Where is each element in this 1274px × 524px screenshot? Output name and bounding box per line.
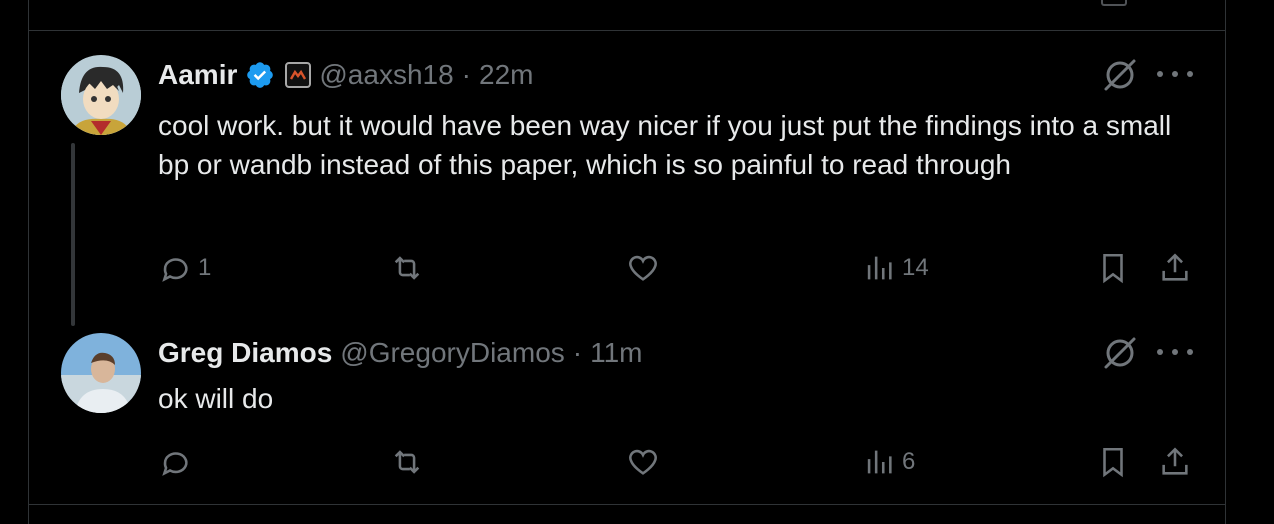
avatar-photo <box>61 333 141 413</box>
like-button[interactable] <box>626 248 660 288</box>
tweet-text: cool work. but it would have been way ni… <box>158 110 1172 180</box>
tweet-header: Aamir @aaxsh18 · 22m <box>158 55 533 95</box>
reply-icon <box>162 258 188 282</box>
bookmark-button[interactable] <box>1096 248 1130 288</box>
separator-dot: · <box>461 59 471 90</box>
grok-icon[interactable] <box>1100 333 1140 373</box>
retweet-button[interactable] <box>390 442 424 482</box>
retweet-icon <box>394 256 420 280</box>
author-name[interactable]: Aamir <box>158 59 237 91</box>
tweet-header: Greg Diamos @GregoryDiamos · 11m <box>158 333 642 373</box>
more-icon[interactable] <box>1157 64 1193 84</box>
bookmark-icon <box>1103 447 1123 478</box>
divider-bottom <box>29 504 1225 505</box>
reply-count: 1 <box>198 254 212 281</box>
bookmark-button[interactable] <box>1096 442 1130 482</box>
share-icon <box>1162 447 1188 475</box>
affiliation-badge-icon[interactable] <box>285 62 312 88</box>
reply-button[interactable] <box>158 442 198 482</box>
views-button[interactable]: 14 <box>862 248 929 288</box>
previous-tweet-bookmark-fragment <box>1101 0 1127 6</box>
like-button[interactable] <box>626 442 660 482</box>
avatar[interactable] <box>61 55 141 135</box>
tweet-text: ok will do <box>158 383 274 414</box>
views-icon <box>867 256 892 280</box>
divider-top <box>29 30 1225 31</box>
bookmark-icon <box>1103 253 1123 284</box>
author-handle[interactable]: @GregoryDiamos <box>340 337 564 369</box>
views-count: 14 <box>902 254 929 281</box>
author-handle[interactable]: @aaxsh18 <box>319 59 453 91</box>
grok-icon[interactable] <box>1100 55 1140 95</box>
retweet-button[interactable] <box>390 248 424 288</box>
avatar-illustration <box>61 55 141 135</box>
share-button[interactable] <box>1158 442 1192 482</box>
separator-dot: · <box>572 337 583 368</box>
verified-badge-icon[interactable] <box>245 60 275 90</box>
share-icon <box>1162 253 1188 281</box>
reply-icon <box>162 452 188 476</box>
views-icon <box>867 450 892 474</box>
retweet-icon <box>394 450 420 474</box>
timestamp[interactable]: 22m <box>479 59 533 91</box>
author-name[interactable]: Greg Diamos <box>158 337 332 369</box>
views-button[interactable]: 6 <box>862 442 915 482</box>
reply-button[interactable]: 1 <box>158 248 211 288</box>
avatar[interactable] <box>61 333 141 413</box>
views-count: 6 <box>902 448 916 475</box>
like-icon <box>629 449 657 475</box>
like-icon <box>629 255 657 281</box>
timestamp[interactable]: 11m <box>590 337 642 369</box>
thread-connector <box>71 143 75 326</box>
more-icon[interactable] <box>1157 342 1193 362</box>
share-button[interactable] <box>1158 248 1192 288</box>
